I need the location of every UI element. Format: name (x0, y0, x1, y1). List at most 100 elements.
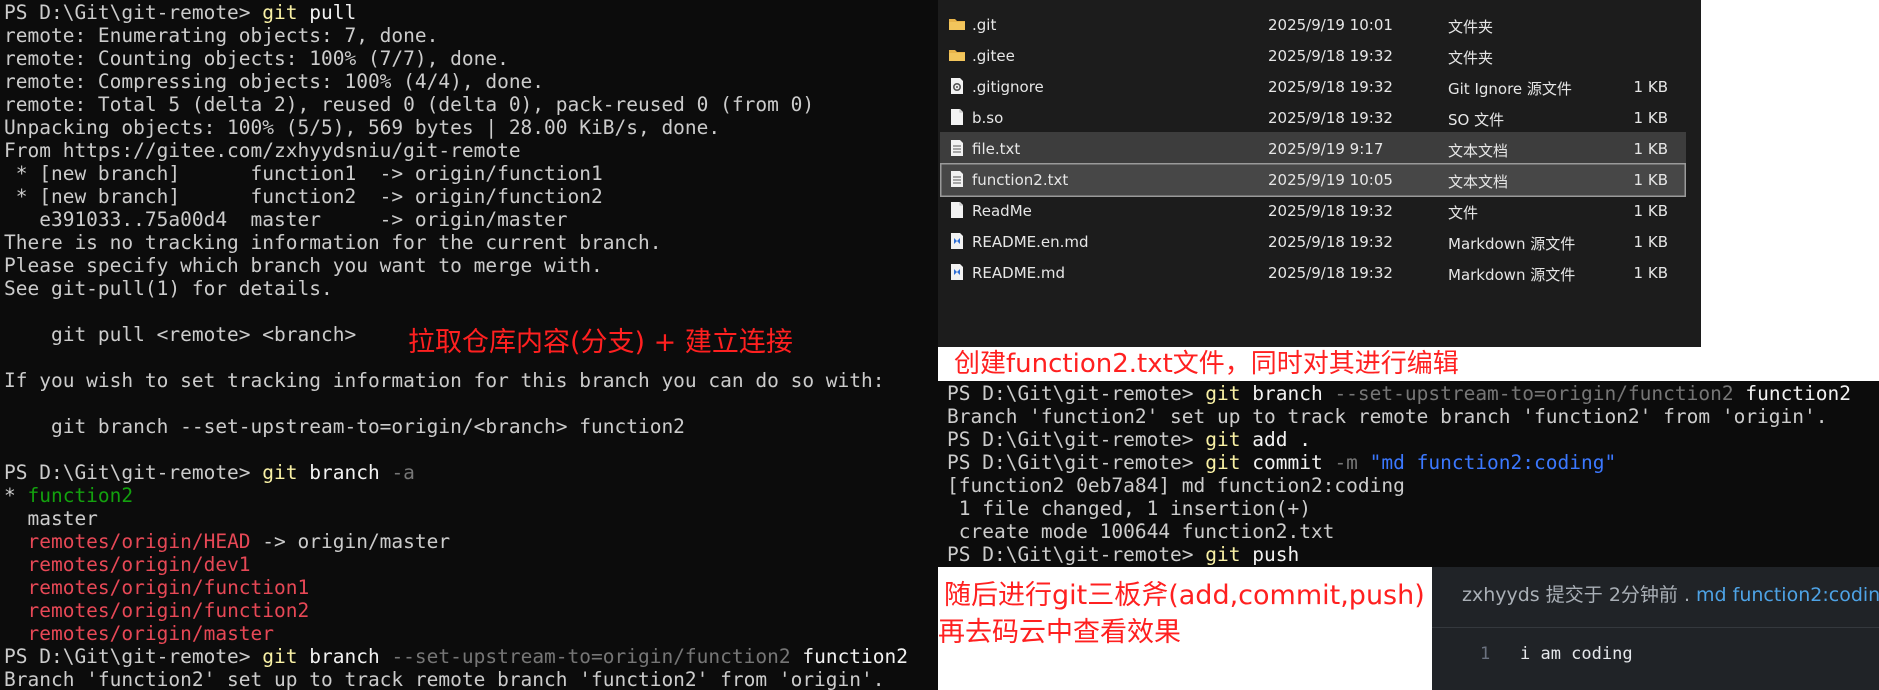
left-terminal-line: remotes/origin/dev1 (4, 553, 251, 576)
terminal-text: git (1205, 382, 1241, 405)
file-row[interactable]: ReadMe 2025/9/18 19:32 文件 1 KB (940, 194, 1686, 228)
terminal-text: remote: Total 5 (delta 2), reused 0 (del… (4, 93, 815, 116)
terminal-text: git (1205, 451, 1241, 474)
file-name: b.so (972, 109, 1004, 127)
right-terminal[interactable]: PS D:\Git\git-remote> git branch --set-u… (938, 381, 1879, 567)
file-name: function2.txt (972, 171, 1069, 189)
commit-author[interactable]: zxhyyds (1462, 584, 1540, 606)
file-row[interactable]: file.txt 2025/9/19 9:17 文本文档 1 KB (940, 132, 1686, 166)
file-row[interactable]: .gitignore 2025/9/18 19:32 Git Ignore 源文件 1… (940, 70, 1686, 104)
terminal-text: PS D:\Git\git-remote> (947, 543, 1206, 566)
file-date: 2025/9/18 19:32 (1268, 233, 1393, 251)
terminal-text: 1 file changed, 1 insertion(+) (947, 497, 1311, 520)
annotation-pull: 拉取仓库内容(分支) + 建立连接 (408, 327, 793, 358)
terminal-text: remotes/origin/master (27, 622, 275, 645)
annotation-view-gitee: 再去码云中查看效果 (938, 617, 1181, 648)
commit-separator: . (1677, 584, 1697, 606)
left-terminal-line: There is no tracking information for the… (4, 231, 661, 254)
file-type: 文件夹 (1448, 49, 1494, 67)
terminal-text: Branch 'function2' set up to track remot… (947, 405, 1828, 428)
file-name: .gitignore (972, 78, 1044, 96)
annotation-create: 创建function2.txt文件，同时对其进行编辑 (954, 349, 1459, 379)
file-date: 2025/9/18 19:32 (1268, 47, 1393, 65)
file-size: 1 KB (1633, 202, 1668, 220)
file-date: 2025/9/19 10:01 (1268, 16, 1393, 34)
file-row[interactable]: .gitee 2025/9/18 19:32 文件夹 (940, 39, 1686, 73)
left-terminal-line: remotes/origin/HEAD -> origin/master (4, 530, 450, 553)
folder-icon (948, 15, 966, 33)
file-date: 2025/9/19 10:05 (1268, 171, 1393, 189)
terminal-text: "md function2:coding" (1357, 451, 1617, 474)
terminal-text: git (1205, 428, 1241, 451)
file-size: 1 KB (1633, 233, 1668, 251)
terminal-text: remotes/origin/function2 (27, 599, 310, 622)
terminal-text: PS D:\Git\git-remote> (4, 645, 263, 668)
file-date: 2025/9/18 19:32 (1268, 202, 1393, 220)
file-row[interactable]: .git 2025/9/19 10:01 文件夹 (940, 8, 1686, 42)
terminal-text: remotes/origin/HEAD (27, 530, 251, 553)
terminal-text: See git-pull(1) for details. (4, 277, 333, 300)
file-size: 1 KB (1633, 264, 1668, 282)
file-name: .git (972, 16, 997, 34)
line-number: 1 (1480, 644, 1491, 664)
file-explorer[interactable]: .git 2025/9/19 10:01 文件夹 .gitee 2025/9/18 19… (938, 0, 1701, 347)
file-row[interactable]: b.so 2025/9/18 19:32 SO 文件 1 KB (940, 101, 1686, 135)
left-terminal-line: remote: Compressing objects: 100% (4/4),… (4, 70, 544, 93)
left-terminal-line: remote: Counting objects: 100% (7/7), do… (4, 47, 509, 70)
gitee-commit-panel: zxhyyds 提交于 2分钟前 . md function2:coding 1… (1432, 567, 1879, 690)
terminal-text: -> origin/master (250, 530, 451, 553)
terminal-text: function2 (27, 484, 134, 507)
terminal-text: PS D:\Git\git-remote> (947, 382, 1206, 405)
left-terminal-line: e391033..75a00d4 master -> origin/master (4, 208, 568, 231)
terminal-text: PS D:\Git\git-remote> (947, 428, 1206, 451)
right-terminal-line: create mode 100644 function2.txt (947, 520, 1335, 543)
folder-icon (948, 46, 966, 64)
right-terminal-line: [function2 0eb7a84] md function2:coding (947, 474, 1405, 497)
terminal-text: -a (391, 461, 415, 484)
commit-message-link[interactable]: md function2:coding (1696, 584, 1879, 606)
terminal-text: branch (297, 461, 392, 484)
text-file-icon (948, 139, 966, 157)
terminal-text: git branch --set-upstream-to=origin/<bra… (4, 415, 685, 438)
left-terminal-line: remotes/origin/function1 (4, 576, 309, 599)
file-type: Markdown 源文件 (1448, 266, 1576, 284)
file-row[interactable]: README.en.md 2025/9/18 19:32 Markdown 源文件 1… (940, 225, 1686, 259)
commit-info: zxhyyds 提交于 2分钟前 . md function2:coding (1462, 580, 1879, 607)
file-row[interactable]: function2.txt 2025/9/19 10:05 文本文档 1 KB (940, 163, 1686, 197)
left-terminal-line: Please specify which branch you want to … (4, 254, 603, 277)
left-terminal-line: git pull <remote> <branch> (4, 323, 356, 346)
file-row[interactable]: README.md 2025/9/18 19:32 Markdown 源文件 1 KB (940, 256, 1686, 290)
settings-file-icon (948, 77, 966, 95)
file-icon (948, 201, 966, 219)
file-type: Markdown 源文件 (1448, 235, 1576, 253)
left-terminal-line: remotes/origin/function2 (4, 599, 309, 622)
terminal-text: remote: Counting objects: 100% (7/7), do… (4, 47, 509, 70)
terminal-text: git (262, 461, 298, 484)
terminal-text: e391033..75a00d4 master -> origin/master (4, 208, 568, 231)
markdown-file-icon (948, 263, 966, 281)
terminal-text: Branch 'function2' set up to track remot… (4, 668, 885, 690)
left-terminal-line: PS D:\Git\git-remote> git branch -a (4, 461, 415, 484)
terminal-text: -m (1334, 451, 1358, 474)
right-terminal-line: PS D:\Git\git-remote> git push (947, 543, 1299, 566)
file-content-line: i am coding (1520, 644, 1633, 664)
file-name: ReadMe (972, 202, 1032, 220)
terminal-text: create mode 100644 function2.txt (947, 520, 1335, 543)
file-size: 1 KB (1633, 109, 1668, 127)
terminal-text: remotes/origin/dev1 (27, 553, 251, 576)
file-name: .gitee (972, 47, 1015, 65)
terminal-text: branch (297, 645, 392, 668)
terminal-text: * (4, 484, 28, 507)
terminal-text: function2 (790, 645, 909, 668)
left-terminal-line: remotes/origin/master (4, 622, 274, 645)
left-terminal-line: git branch --set-upstream-to=origin/<bra… (4, 415, 685, 438)
file-date: 2025/9/18 19:32 (1268, 264, 1393, 282)
terminal-text: There is no tracking information for the… (4, 231, 662, 254)
left-terminal-line: master (4, 507, 97, 530)
file-name: README.md (972, 264, 1066, 282)
file-type: 文件夹 (1448, 18, 1494, 36)
left-terminal-line: * [new branch] function1 -> origin/funct… (4, 162, 603, 185)
terminal-text: git pull <remote> <branch> (4, 323, 357, 346)
